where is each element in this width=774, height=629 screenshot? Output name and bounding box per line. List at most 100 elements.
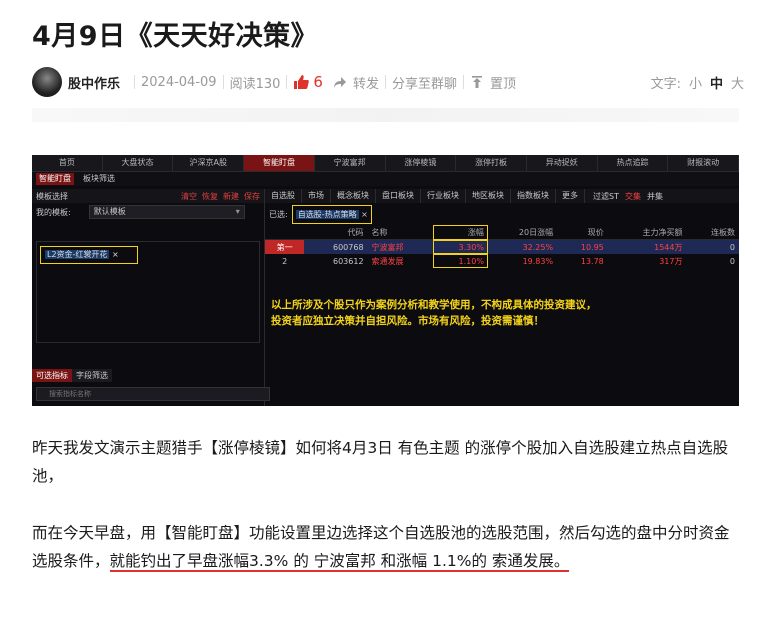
radio-union: 并集 — [646, 191, 663, 201]
scope-filters: 自选股 市场 概念板块 盘口板块 行业板块 地区板块 指数板块 更多 过滤ST … — [265, 189, 739, 203]
selected-label: 已选: — [269, 209, 288, 219]
disclaimer: 以上所涉及个股只作为案例分析和教学使用，不构成具体的投资建议， 投资者应独立决策… — [271, 297, 597, 329]
publish-date: 2024-04-09 — [141, 74, 217, 90]
top-nav: 首页 大盘状态 沪深京A股 智能盯盘 宁波富邦 涨停棱镜 涨停打板 异动捉妖 热… — [32, 155, 739, 172]
divider — [462, 75, 464, 89]
table-row: 第一 600768 宁波富邦 3.30% 32.25% 10.95 1544万 … — [265, 239, 739, 254]
row-price: 13.78 — [580, 256, 604, 266]
filter-industry: 行业板块 — [421, 189, 466, 203]
row-rank: 2 — [282, 256, 288, 266]
row-code: 600768 — [333, 242, 364, 252]
filter-market: 市场 — [302, 189, 331, 203]
font-label: 文字: — [650, 76, 681, 92]
filter-more: 更多 — [556, 189, 585, 203]
filter-watchlist: 自选股 — [265, 189, 302, 203]
paragraph-1: 昨天我发文演示主题猎手【涨停棱镜】如何将4月3日 有色主题 的涨停个股加入自选股… — [32, 439, 729, 485]
pin-button[interactable]: 置顶 — [470, 73, 516, 92]
font-size-medium[interactable]: 中 — [710, 73, 723, 92]
my-template-select: 默认模板 — [88, 205, 245, 219]
font-size-selector: 文字: 小 中 大 — [651, 73, 744, 92]
tab-market: 大盘状态 — [103, 155, 174, 171]
filter-index: 指数板块 — [511, 189, 556, 203]
tab-limit-prism: 涨停棱镜 — [386, 155, 457, 171]
tab-hotspot: 热点追踪 — [598, 155, 669, 171]
col-price: 现价 — [557, 225, 608, 240]
row-name: 宁波富邦 — [371, 242, 404, 252]
col-change-20d: 20日涨幅 — [487, 225, 558, 240]
col-net-buy: 主力净买额 — [607, 225, 687, 240]
article-meta: 股中作乐 2024-04-09 阅读130 6 转发 分享至群聊 置顶 文字: … — [32, 64, 744, 100]
results-panel: 自选股 市场 概念板块 盘口板块 行业板块 地区板块 指数板块 更多 过滤ST … — [265, 189, 739, 406]
my-template-label: 我的模板: — [36, 207, 71, 217]
col-rank — [265, 225, 305, 240]
row-change-20d: 32.25% — [522, 242, 554, 252]
restore-action: 恢复 — [202, 191, 218, 201]
clear-action: 清空 — [181, 191, 197, 201]
col-name: 名称 — [367, 225, 434, 240]
author-name[interactable]: 股中作乐 — [68, 73, 120, 92]
tab-field-filter: 字段筛选 — [72, 369, 112, 382]
row-boards: 0 — [729, 242, 735, 252]
new-action: 新建 — [223, 191, 239, 201]
indicator-search: 搜索指标名称 — [36, 387, 270, 401]
filter-concept: 概念板块 — [331, 189, 376, 203]
article-title: 4月9日《天天好决策》 — [32, 21, 319, 52]
col-code: 代码 — [304, 225, 368, 240]
tab-anomaly: 异动捉妖 — [527, 155, 598, 171]
radio-intersection: 交集 — [624, 191, 641, 201]
template-tag: L2资金-红裳开花 × — [40, 246, 138, 264]
like-button[interactable]: 6 — [293, 73, 333, 91]
font-size-small[interactable]: 小 — [689, 73, 702, 92]
pin-top-icon — [471, 76, 482, 88]
divider — [222, 75, 224, 89]
subtab-smart-watch: 智能盯盘 — [36, 173, 74, 185]
font-size-large[interactable]: 大 — [731, 73, 744, 92]
template-tag-text: L2资金-红裳开花 — [45, 250, 110, 259]
template-actions: 清空 恢复 新建 保存 — [181, 191, 260, 202]
sub-nav: 智能盯盘 板块筛选 — [32, 172, 739, 186]
subtab-sector-filter: 板块筛选 — [83, 174, 115, 183]
thumbs-up-icon — [294, 75, 310, 89]
disclaimer-line-2: 投资者应独立决策并自担风险。市场有风险，投资需谨慎！ — [271, 315, 544, 327]
blurred-banner — [32, 100, 739, 134]
blurred-strip — [32, 108, 739, 122]
forward-button[interactable]: 转发 — [333, 73, 379, 92]
tab-smart-watch: 智能盯盘 — [244, 155, 315, 171]
tab-home: 首页 — [32, 155, 103, 171]
paragraph-2: 而在今天早盘，用【智能盯盘】功能设置里边选择这个自选股池的选股范围，然后勾选的盘… — [32, 519, 744, 575]
filter-handicap: 盘口板块 — [376, 189, 421, 203]
author-avatar[interactable] — [32, 67, 62, 97]
tab-report: 财报滚动 — [668, 155, 739, 171]
row-boards: 0 — [729, 256, 735, 266]
template-panel: 模板选择 清空 恢复 新建 保存 我的模板: 默认模板 L2资金-红裳开花 × … — [32, 189, 270, 406]
col-boards: 连板数 — [686, 225, 739, 240]
selected-chip: 自选股-热点策略 × — [291, 204, 372, 224]
like-count: 6 — [313, 73, 323, 91]
divider — [134, 75, 136, 89]
selected-chip-text: 自选股-热点策略 — [295, 209, 359, 219]
disclaimer-line-1: 以上所涉及个股只作为案例分析和教学使用，不构成具体的投资建议， — [271, 299, 597, 311]
read-count: 阅读130 — [229, 76, 281, 92]
results-table: 代码 名称 涨幅 20日涨幅 现价 主力净买额 连板数 第一 600768 宁波… — [265, 225, 739, 268]
template-header-label: 模板选择 — [36, 191, 68, 201]
filter-region: 地区板块 — [466, 189, 511, 203]
row-net-buy: 317万 — [659, 256, 683, 266]
share-group-button[interactable]: 分享至群聊 — [392, 73, 457, 92]
table-row: 2 603612 索通发展 1.10% 19.83% 13.78 317万 0 — [265, 254, 739, 268]
tab-stock: 宁波富邦 — [315, 155, 386, 171]
row-net-buy: 1544万 — [654, 242, 683, 252]
template-header: 模板选择 清空 恢复 新建 保存 — [32, 189, 264, 203]
indicator-tabs: 可选指标 字段筛选 — [32, 369, 112, 382]
divider — [384, 75, 386, 89]
my-template-row: 我的模板: 默认模板 — [32, 203, 264, 221]
row-name: 索通发展 — [371, 256, 404, 266]
selected-scope: 已选: 自选股-热点策略 × — [265, 203, 739, 225]
col-change: 涨幅 — [433, 225, 488, 240]
software-screenshot: 首页 大盘状态 沪深京A股 智能盯盘 宁波富邦 涨停棱镜 涨停打板 异动捉妖 热… — [32, 155, 739, 406]
tab-available-indicators: 可选指标 — [32, 369, 72, 382]
template-tag-area: L2资金-红裳开花 × — [36, 241, 260, 343]
row-change-20d: 19.83% — [522, 256, 554, 266]
row-rank: 第一 — [265, 239, 305, 254]
tab-a-shares: 沪深京A股 — [173, 155, 245, 171]
share-arrow-icon — [333, 77, 346, 88]
